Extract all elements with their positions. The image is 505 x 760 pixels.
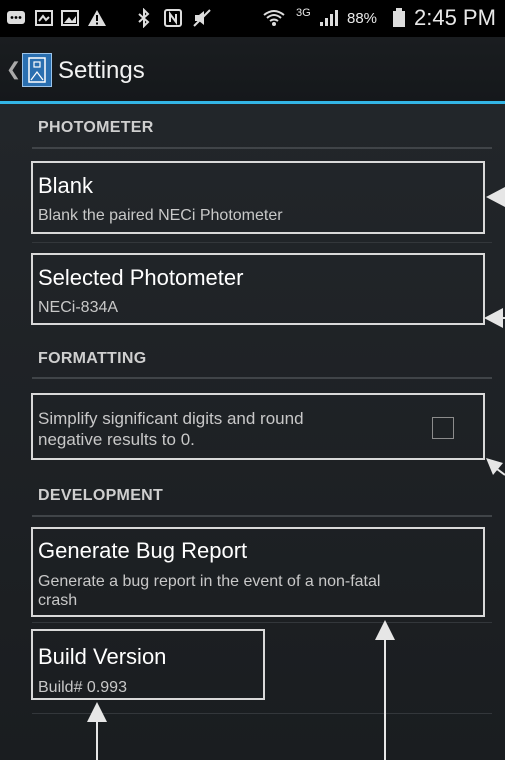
annotation-arrow-blank [486, 187, 505, 207]
annotation-arrow-simplify [486, 458, 505, 476]
annotation-arrow-build-version [87, 702, 107, 760]
annotation-arrow-selected-photometer [484, 308, 505, 328]
annotation-arrows [87, 187, 505, 760]
annotation-arrow-bug-report [375, 620, 395, 760]
